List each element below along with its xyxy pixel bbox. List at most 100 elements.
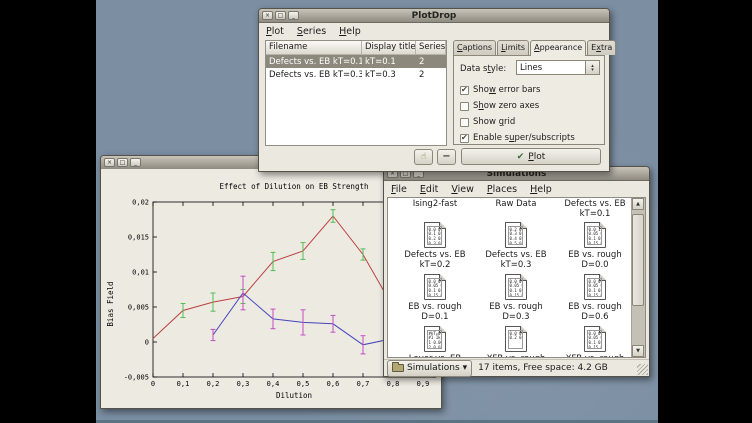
menu-plot[interactable]: Plot	[266, 26, 284, 37]
vertical-scrollbar[interactable]: ▲ ▼	[631, 198, 645, 357]
tab-appearance[interactable]: Appearance	[530, 40, 586, 56]
check-icon: ✔	[517, 152, 525, 162]
column-header[interactable]: Display title	[362, 41, 416, 54]
menu-edit[interactable]: Edit	[420, 184, 438, 195]
file-item[interactable]: Defects vs. EB kT=0.1	[556, 199, 634, 219]
file-item[interactable]: Ising2-fast	[396, 199, 474, 209]
svg-text:Effect of Dilution on EB Stren: Effect of Dilution on EB Strength	[219, 182, 368, 191]
chevron-down-icon: ▾	[463, 363, 468, 373]
plot-button-label: Plot	[528, 152, 545, 162]
svg-text:0,2: 0,2	[207, 380, 220, 388]
document-icon: #kT=0. #1 1k 1 0.00 2 0.01	[424, 326, 446, 352]
menu-help[interactable]: Help	[530, 184, 552, 195]
plot-window-controls: ×□_	[101, 158, 141, 167]
edit-series-button[interactable]: ☝	[414, 149, 433, 165]
file-label: Raw Data	[496, 199, 537, 209]
file-label: Defects vs. EB kT=0.2	[404, 250, 465, 270]
menu-view[interactable]: View	[451, 184, 474, 195]
file-label: Ising2-fast	[413, 199, 458, 209]
document-icon: 0.0 0. 0.05 0 0.1 0. 0.15 0	[424, 274, 446, 300]
data-style-select[interactable]: Lines ▴▾	[516, 60, 600, 75]
table-cell: kT=0.1	[362, 57, 416, 67]
file-label: Defects vs. EB kT=0.3	[485, 250, 546, 270]
file-item[interactable]: 0.0 0. 0.05 0 0.1 0. 0.15 0EB vs. rough …	[477, 274, 555, 322]
minus-icon: −	[442, 151, 450, 162]
file-item[interactable]: 0.0 0. 0.05 0 0.1 0. 0.15 0EB vs. rough …	[396, 274, 474, 322]
file-item[interactable]: 0.0 0. 0.1 0. 0.2 0. 0.3 0.Defects vs. E…	[396, 222, 474, 270]
file-item[interactable]: 0.0 0. 0.05 0 0.1 0. 0.15 0 EB vs. rough …	[556, 274, 634, 322]
file-label: XFB vs. rough	[566, 354, 625, 358]
document-preview-text: 0.0 0. 0.05 0 0.1 0. 0.15 0	[587, 278, 602, 297]
scrollbar-thumb[interactable]	[632, 214, 644, 306]
location-label: Simulations	[407, 363, 460, 373]
file-item[interactable]: Raw Data	[477, 199, 555, 209]
maximize-icon[interactable]: □	[275, 11, 286, 20]
remove-series-button[interactable]: −	[437, 149, 456, 165]
menu-series[interactable]: Series	[297, 26, 326, 37]
file-label: EB vs. rough D=0.3	[489, 302, 542, 322]
table-cell: kT=0.3	[362, 70, 416, 80]
document-preview-text: 0.2 0. 0.3 0. 0.4 0. 0.5 0.	[508, 226, 523, 245]
checkbox[interactable]	[460, 102, 469, 111]
menu-help[interactable]: Help	[339, 26, 361, 37]
file-item[interactable]: 0.0 1. 0.05 0 0.1 0. 0.15 0EB vs. rough …	[556, 222, 634, 270]
option-enable-super-subscripts: Enable super/subscripts	[460, 133, 575, 143]
file-icon-view[interactable]: Ising2-fast Raw Data Defects vs. EB kT=0.1…	[387, 197, 646, 358]
document-icon: 0.0 0. 0.05 0 0.1 0. 0.15 0	[584, 274, 606, 300]
svg-text:0,9: 0,9	[417, 380, 430, 388]
maximize-icon[interactable]: □	[117, 158, 128, 167]
close-icon[interactable]: ×	[262, 11, 273, 20]
series-file-list[interactable]: FilenameDisplay titleSeries Defects vs. …	[265, 40, 447, 146]
svg-text:0,01: 0,01	[132, 269, 149, 277]
simulations-menubar: File Edit View Places Help	[384, 181, 649, 197]
resize-grip[interactable]	[637, 364, 648, 375]
document-preview-text: 0.0 0. 0.2 0.	[508, 330, 523, 349]
document-icon: 0.0 0. 0.05 0 0.1 0. 0.15 0	[584, 326, 606, 352]
checkbox[interactable]	[460, 134, 469, 143]
checkbox[interactable]	[460, 86, 469, 95]
svg-text:Dilution: Dilution	[276, 391, 312, 400]
appearance-panel: Data style: Lines ▴▾ Show error barsShow…	[453, 55, 605, 145]
table-row[interactable]: Defects vs. EB kT=0.3kT=0.32	[266, 68, 446, 81]
file-label: EB vs. rough D=0.6	[568, 302, 621, 322]
file-item[interactable]: 0.0 0. 0.05 0 0.1 0. 0.15 0 XFB vs. rough	[556, 326, 634, 358]
menu-places[interactable]: Places	[487, 184, 517, 195]
svg-text:0,1: 0,1	[177, 380, 190, 388]
tab-captions[interactable]: Captions	[453, 40, 496, 55]
plotdrop-window-controls: ×□_	[259, 11, 299, 20]
scroll-down-icon[interactable]: ▼	[632, 345, 644, 357]
svg-text:0,005: 0,005	[128, 304, 149, 312]
minimize-icon[interactable]: _	[288, 11, 299, 20]
minimize-icon[interactable]: _	[130, 158, 141, 167]
column-header[interactable]: Filename	[266, 41, 362, 54]
plot-button[interactable]: ✔ Plot	[461, 148, 601, 165]
file-item[interactable]: #kT=0. #1 1k 1 0.00 2 0.01Layer vs. EB	[396, 326, 474, 358]
table-row[interactable]: Defects vs. EB kT=0.1kT=0.12	[266, 55, 446, 68]
data-style-label: Data style:	[460, 64, 506, 74]
close-icon[interactable]: ×	[104, 158, 115, 167]
document-preview-text: 0.0 1. 0.05 0 0.1 0. 0.15 0	[587, 226, 602, 245]
settings-tabs: CaptionsLimitsAppearanceExtra	[453, 40, 605, 55]
table-cell: 2	[416, 57, 446, 67]
list-header[interactable]: FilenameDisplay titleSeries	[266, 41, 446, 55]
file-item[interactable]: 0.0 0. 0.2 0.XFB vs. rough	[477, 326, 555, 358]
checkbox[interactable]	[460, 118, 469, 127]
file-label: Defects vs. EB kT=0.1	[564, 199, 625, 219]
tab-limits[interactable]: Limits	[497, 40, 529, 55]
plotdrop-titlebar[interactable]: ×□_ PlotDrop	[259, 9, 609, 23]
file-label: EB vs. rough D=0.1	[408, 302, 461, 322]
spinner-arrows-icon[interactable]: ▴▾	[585, 61, 599, 74]
column-header[interactable]: Series	[416, 41, 446, 54]
menu-file[interactable]: File	[391, 184, 407, 195]
plotdrop-window: ×□_ PlotDrop Plot Series Help FilenameDisp…	[258, 8, 610, 172]
location-button[interactable]: Simulations ▾	[387, 360, 472, 377]
data-style-value: Lines	[520, 63, 542, 73]
document-icon: 0.0 0. 0.1 0. 0.2 0. 0.3 0.	[424, 222, 446, 248]
scroll-up-icon[interactable]: ▲	[632, 198, 644, 210]
document-icon: 0.2 0. 0.3 0. 0.4 0. 0.5 0.	[505, 222, 527, 248]
option-show-error-bars: Show error bars	[460, 85, 540, 95]
tab-extra[interactable]: Extra	[587, 40, 616, 55]
file-item[interactable]: 0.2 0. 0.3 0. 0.4 0. 0.5 0. Defects vs. E…	[477, 222, 555, 270]
svg-text:0,8: 0,8	[387, 380, 400, 388]
file-grid: Ising2-fast Raw Data Defects vs. EB kT=0.1…	[388, 198, 632, 357]
